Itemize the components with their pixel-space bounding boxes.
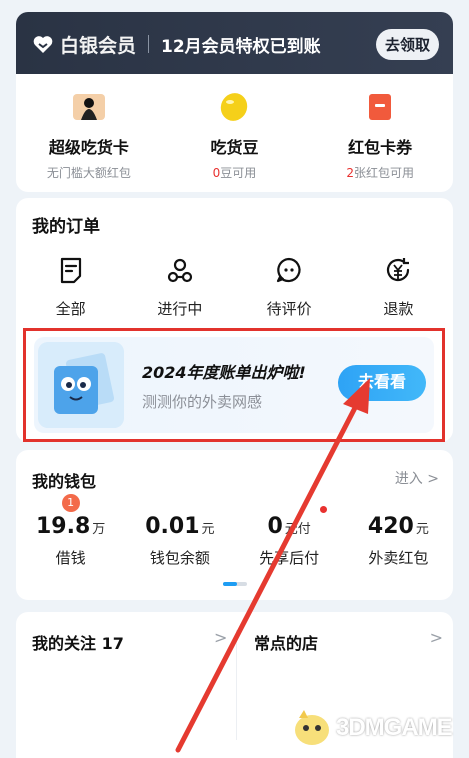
red-packets-amount: 420	[367, 514, 414, 539]
comment-icon	[277, 257, 301, 283]
super-card-item[interactable]: 超级吃货卡 无门槛大额红包	[24, 92, 154, 192]
wallet-balance[interactable]: 0.01 元 钱包余额	[130, 514, 230, 568]
divider	[148, 35, 150, 53]
bean-item[interactable]: 吃货豆 0豆可用	[169, 92, 299, 192]
claim-button[interactable]: 去领取	[375, 28, 439, 60]
order-all-label: 全部	[55, 300, 86, 318]
loan-unit: 万	[92, 522, 106, 537]
wallet-value: 0 元付	[239, 514, 339, 539]
red-packet-sub: 2张红包可用	[315, 164, 445, 181]
benefits-card: 超级吃货卡 无门槛大额红包 吃货豆 0豆可用 红包卡券 2张红包可用	[16, 74, 453, 192]
red-dot-indicator	[320, 506, 328, 513]
pay-later-amount: 0	[267, 514, 283, 539]
orders-row: 全部 进行中 待评价 退款	[16, 256, 453, 319]
bean-icon	[221, 93, 248, 121]
member-bar[interactable]: 白银会员 12月会员特权已到账 去领取	[16, 12, 453, 76]
order-in-progress[interactable]: 进行中	[135, 256, 225, 319]
order-all-icon	[60, 257, 81, 284]
balance-unit: 元	[201, 522, 215, 537]
orders-title: 我的订单	[32, 217, 100, 237]
watermark-text: 3DMGAME	[336, 714, 453, 741]
refund-icon	[387, 258, 410, 282]
divider	[236, 630, 237, 740]
bean-sub: 0豆可用	[169, 164, 299, 181]
chevron-right-icon[interactable]: >	[430, 628, 443, 647]
bean-sub-text: 豆可用	[220, 166, 257, 180]
pay-later-unit: 元付	[284, 522, 311, 537]
red-packet-item[interactable]: 红包卡券 2张红包可用	[315, 92, 445, 192]
pay-later-label: 先享后付	[259, 549, 320, 567]
wallet-row: 1 19.8 万 借钱 0.01 元 钱包余额 0 元付 先享后付 420 元 外卖红包	[16, 494, 453, 568]
red-packet-name: 红包卡券	[348, 138, 413, 157]
order-in-progress-label: 进行中	[157, 300, 203, 318]
page-indicator-active	[223, 582, 237, 586]
red-packets-unit: 元	[415, 522, 429, 537]
order-to-review[interactable]: 待评价	[244, 256, 334, 319]
order-all[interactable]: 全部	[26, 256, 116, 319]
wallet-value: 420 元	[348, 514, 448, 539]
notification-badge: 1	[61, 494, 80, 512]
banner-subtitle: 测测你的外卖网感	[142, 393, 263, 411]
wallet-value: 19.8 万	[21, 514, 121, 539]
wallet-loan[interactable]: 1 19.8 万 借钱	[21, 494, 121, 568]
loan-amount: 19.8	[35, 514, 91, 539]
bean-name: 吃货豆	[210, 138, 259, 157]
mascot-illustration-icon	[38, 342, 124, 428]
page-indicator	[223, 582, 247, 586]
heart-shield-icon	[33, 36, 53, 53]
order-refund-label: 退款	[383, 300, 414, 318]
wallet-title: 我的钱包	[32, 472, 97, 491]
member-message: 12月会员特权已到账	[161, 36, 321, 57]
order-refund[interactable]: 退款	[353, 256, 443, 319]
annual-report-banner[interactable]: 2024年度账单出炉啦! 测测你的外卖网感 去看看	[34, 337, 434, 433]
wallet-value: 0.01 元	[130, 514, 230, 539]
red-packet-sub-text: 张红包可用	[353, 166, 414, 180]
red-packets-label: 外卖红包	[368, 549, 429, 567]
red-packet-count: 2	[346, 166, 354, 180]
wallet-pay-later[interactable]: 0 元付 先享后付	[239, 506, 339, 568]
mascot-logo-icon	[295, 710, 329, 745]
watermark: 3DMGAME	[290, 704, 462, 752]
frequent-shops-title[interactable]: 常点的店	[254, 630, 318, 654]
chevron-right-icon[interactable]: >	[214, 628, 227, 647]
wallet-red-packets[interactable]: 420 元 外卖红包	[348, 514, 448, 568]
order-to-review-label: 待评价	[266, 300, 312, 318]
following-title[interactable]: 我的关注 17	[32, 630, 124, 654]
banner-title: 2024年度账单出炉啦!	[142, 363, 306, 382]
red-packet-icon	[369, 94, 392, 120]
delivery-scooter-icon	[167, 258, 192, 283]
super-card-icon	[72, 94, 105, 120]
balance-amount: 0.01	[145, 514, 200, 539]
annual-report-highlight: 2024年度账单出炉啦! 测测你的外卖网感 去看看	[23, 328, 445, 442]
wallet-enter-link[interactable]: 进入 >	[395, 468, 439, 488]
balance-label: 钱包余额	[149, 549, 210, 567]
wallet-card: 我的钱包 进入 > 1 19.8 万 借钱 0.01 元 钱包余额 0 元付 先享后付…	[16, 450, 453, 600]
view-report-button[interactable]: 去看看	[338, 365, 426, 401]
super-card-sub: 无门槛大额红包	[46, 166, 131, 180]
loan-label: 借钱	[55, 549, 86, 567]
member-level-title: 白银会员	[60, 34, 137, 57]
super-card-name: 超级吃货卡	[48, 138, 129, 157]
